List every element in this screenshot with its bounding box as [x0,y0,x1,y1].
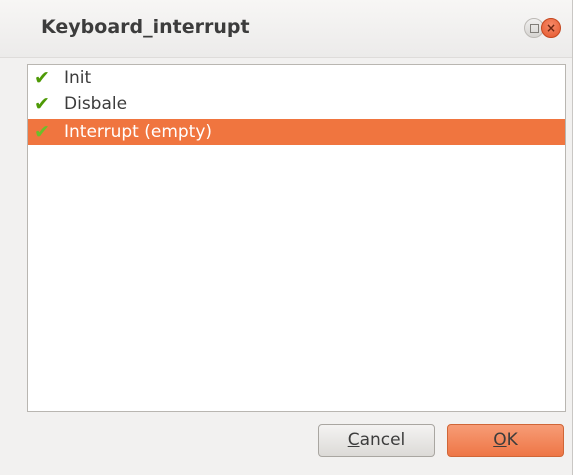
cancel-label: ancel [359,430,406,450]
list-item-interrupt[interactable]: ✔ Interrupt (empty) [28,119,565,145]
list-item-label: Interrupt (empty) [64,122,213,142]
cancel-button[interactable]: Cancel [318,424,435,457]
window-title: Keyboard_interrupt [41,16,250,38]
check-icon: ✔ [34,93,50,115]
check-icon: ✔ [34,67,50,89]
ok-label: K [506,430,518,450]
close-icon[interactable]: × [541,18,561,38]
list-item-label: Disbale [64,94,128,114]
list-item-disbale[interactable]: ✔ Disbale [28,91,565,117]
ok-mnemonic: O [493,430,507,450]
dialog-window: Keyboard_interrupt × ✔ Init ✔ Disbale ✔ … [0,0,573,475]
list-item-init[interactable]: ✔ Init [28,65,565,91]
list-item-label: Init [64,68,92,88]
ok-button[interactable]: OK [447,424,564,457]
check-icon: ✔ [34,121,50,143]
item-list[interactable]: ✔ Init ✔ Disbale ✔ Interrupt (empty) [27,64,566,412]
cancel-mnemonic: C [347,430,360,450]
titlebar[interactable]: Keyboard_interrupt × [0,0,572,58]
